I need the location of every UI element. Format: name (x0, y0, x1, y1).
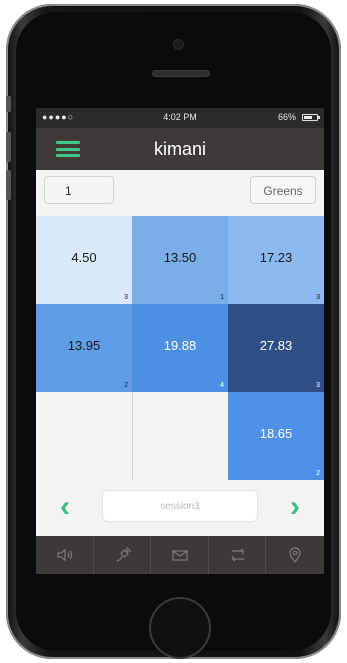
battery-icon (302, 114, 320, 121)
grid-cell[interactable]: 4.50 3 (36, 216, 132, 304)
session-pager: ‹ session3 › (36, 480, 324, 536)
tab-transfer[interactable] (209, 536, 267, 574)
volume-down-button (6, 170, 11, 200)
cell-count: 2 (316, 470, 320, 477)
cell-value: 4.50 (71, 250, 97, 265)
cell-count: 4 (220, 382, 224, 389)
bottom-tab-bar (36, 536, 324, 574)
grid-divider (132, 392, 133, 480)
chevron-left-icon[interactable]: ‹ (54, 492, 76, 522)
cell-value: 18.65 (259, 426, 293, 441)
tab-satellite[interactable] (94, 536, 152, 574)
volume-up-button (6, 132, 11, 162)
mute-switch (6, 96, 11, 112)
satellite-icon (116, 547, 131, 562)
cell-count: 3 (316, 382, 320, 389)
home-button[interactable] (149, 597, 211, 659)
cell-count: 1 (220, 294, 224, 301)
tab-speaker[interactable] (36, 536, 94, 574)
cell-count: 3 (316, 294, 320, 301)
cell-value: 19.88 (163, 338, 197, 353)
location-pin-icon (289, 547, 301, 563)
greens-button[interactable]: Greens (250, 176, 316, 204)
cell-value: 17.23 (259, 250, 293, 265)
page-title: kimani (153, 139, 206, 159)
cell-value: 13.95 (67, 338, 101, 353)
grid-cell[interactable]: 18.65 2 (228, 392, 324, 480)
front-camera (174, 40, 183, 49)
controls-row: 1 Greens (36, 170, 324, 218)
battery-percent: 66% (277, 112, 296, 122)
earpiece-speaker (152, 70, 210, 77)
status-bar: ●●●●○ 4:02 PM 66% (36, 108, 324, 128)
grid-cell[interactable]: 13.95 2 (36, 304, 132, 392)
grid-cell[interactable]: 27.83 3 (228, 304, 324, 392)
tab-location[interactable] (266, 536, 324, 574)
grid-cell[interactable]: 13.50 1 (132, 216, 228, 304)
phone-body: ●●●●○ 4:02 PM 66% kimani 1 Greens 4.50 3… (6, 4, 341, 659)
app-screen: ●●●●○ 4:02 PM 66% kimani 1 Greens 4.50 3… (36, 108, 324, 574)
grid-cell[interactable]: 17.23 3 (228, 216, 324, 304)
transfer-icon (231, 548, 245, 562)
cell-count: 3 (124, 294, 128, 301)
session-field[interactable]: session3 (102, 490, 258, 522)
cell-value: 27.83 (259, 338, 293, 353)
number-input[interactable]: 1 (44, 176, 114, 204)
grid-cell[interactable]: 19.88 4 (132, 304, 228, 392)
chevron-right-icon[interactable]: › (284, 492, 306, 522)
top-navbar: kimani (36, 128, 324, 170)
cell-count: 2 (124, 382, 128, 389)
mail-icon (172, 550, 188, 561)
speaker-icon (57, 548, 73, 562)
tab-mail[interactable] (151, 536, 209, 574)
cell-value: 13.50 (163, 250, 197, 265)
heatmap-grid: 4.50 3 13.50 1 17.23 3 13.95 2 19.88 4 2… (36, 216, 324, 480)
